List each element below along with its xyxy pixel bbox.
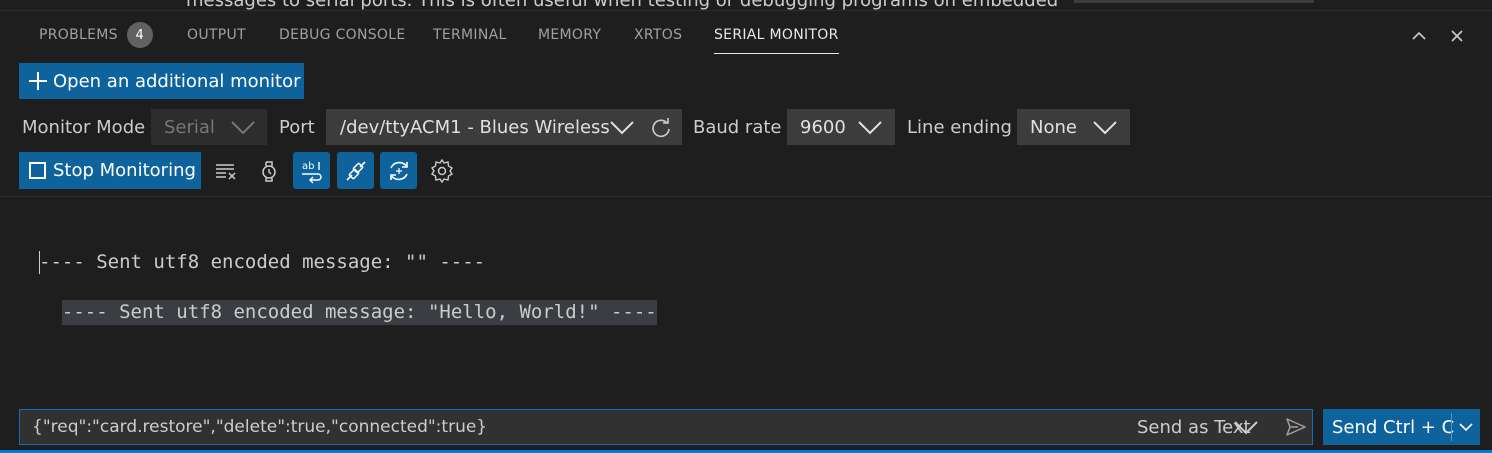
toggle-word-wrap-button[interactable]: ab [293, 152, 330, 189]
clear-output-icon [215, 163, 236, 180]
chevron-down-icon [1093, 121, 1117, 135]
line-ending-label: Line ending [907, 116, 1012, 138]
toggle-timestamp-button[interactable] [250, 152, 287, 189]
tab-debug-console[interactable]: DEBUG CONSOLE [279, 12, 406, 58]
auto-reconnect-icon [389, 161, 408, 180]
stop-monitoring-label: Stop Monitoring [53, 160, 196, 181]
tab-output-label: OUTPUT [187, 27, 246, 43]
monitor-mode-label: Monitor Mode [22, 116, 146, 138]
tab-problems-label: PROBLEMS [39, 27, 118, 43]
serial-output-area[interactable]: ---- Sent utf8 encoded message: "" ---- … [39, 200, 657, 325]
baud-rate-value: 9600 [800, 116, 846, 138]
timestamp-icon [261, 160, 276, 182]
monitor-mode-dropdown[interactable]: Serial [151, 109, 267, 145]
background-document-strip: messages to serial ports. This is often … [0, 0, 1492, 11]
port-value: /dev/ttyACM1 - Blues Wireless [340, 116, 610, 138]
maximize-panel-button[interactable] [1407, 24, 1431, 48]
line-ending-dropdown[interactable]: None [1017, 109, 1130, 145]
chevron-down-icon[interactable] [1233, 417, 1259, 437]
tab-memory-label: MEMORY [538, 27, 602, 43]
word-wrap-icon: ab [301, 161, 322, 183]
tab-xrtos-label: XRTOS [634, 27, 683, 43]
send-arrow-icon[interactable] [1284, 415, 1308, 439]
background-divider [1074, 0, 1314, 3]
chevron-down-icon [610, 121, 634, 135]
port-label: Port [279, 116, 315, 138]
send-ctrl-c-button[interactable]: Send Ctrl + C [1323, 409, 1480, 445]
tab-terminal[interactable]: TERMINAL [433, 12, 507, 58]
close-icon [1451, 30, 1463, 42]
panel-tab-bar: PROBLEMS 4 OUTPUT DEBUG CONSOLE TERMINAL… [0, 12, 1492, 58]
tab-memory[interactable]: MEMORY [538, 12, 601, 58]
message-input-container: Send as Text [19, 409, 1313, 445]
toggle-connection-icon [345, 160, 366, 181]
open-additional-monitor-label: Open an additional monitor [53, 70, 301, 92]
plus-icon [29, 72, 47, 90]
clear-output-button[interactable] [207, 152, 244, 189]
settings-gear-icon [430, 158, 453, 183]
send-ctrl-c-label: Send Ctrl + C [1332, 416, 1455, 438]
text-cursor [39, 251, 40, 274]
message-input[interactable] [32, 417, 1112, 437]
background-document-text: messages to serial ports. This is often … [186, 0, 1059, 11]
chevron-down-icon[interactable] [1456, 417, 1476, 437]
problems-count-badge: 4 [126, 22, 153, 48]
svg-text:ab: ab [302, 161, 314, 172]
baud-rate-dropdown[interactable]: 9600 [787, 109, 895, 145]
monitor-settings-button[interactable] [423, 152, 460, 189]
tab-serial-monitor[interactable]: SERIAL MONITOR [714, 12, 839, 58]
chevron-up-icon [1412, 31, 1426, 40]
tab-xrtos[interactable]: XRTOS [634, 12, 682, 58]
stop-monitoring-button[interactable]: Stop Monitoring [19, 152, 201, 189]
tab-serial-monitor-label: SERIAL MONITOR [714, 27, 839, 43]
output-line: ---- Sent utf8 encoded message: "" ---- [39, 251, 486, 273]
stop-square-icon [29, 162, 46, 179]
split-button-divider [1451, 413, 1452, 441]
port-dropdown[interactable]: /dev/ttyACM1 - Blues Wireless [326, 109, 682, 145]
toolbar-divider [0, 196, 1492, 197]
open-additional-monitor-button[interactable]: Open an additional monitor [19, 63, 304, 99]
monitor-mode-value: Serial [164, 116, 215, 138]
toggle-connection-button[interactable] [337, 152, 374, 189]
chevron-down-icon [231, 121, 255, 135]
auto-reconnect-button[interactable] [380, 152, 417, 189]
tab-problems[interactable]: PROBLEMS 4 [39, 12, 153, 58]
chevron-down-icon [858, 121, 882, 135]
line-ending-value: None [1030, 116, 1077, 138]
tab-debug-console-label: DEBUG CONSOLE [279, 27, 406, 43]
refresh-ports-icon[interactable] [650, 117, 672, 139]
tab-output[interactable]: OUTPUT [187, 12, 246, 58]
output-line-selected: ---- Sent utf8 encoded message: "Hello, … [61, 300, 657, 325]
tab-terminal-label: TERMINAL [433, 27, 507, 43]
close-panel-button[interactable] [1445, 24, 1469, 48]
baud-rate-label: Baud rate [693, 116, 782, 138]
